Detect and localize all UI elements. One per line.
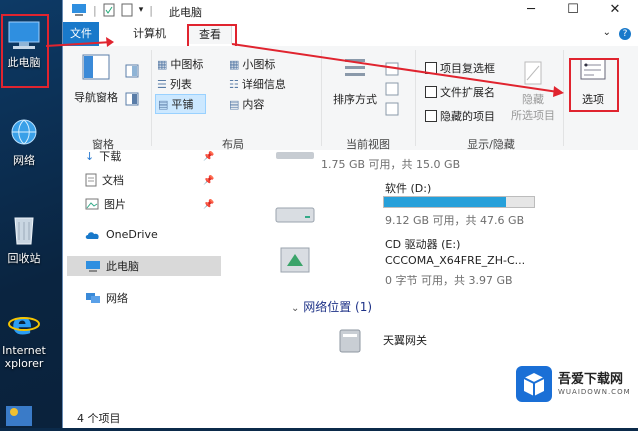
watermark-box-icon xyxy=(516,366,552,402)
watermark-domain: WUAIDOWN.COM xyxy=(558,388,631,396)
watermark-brand: 吾爱下载网 xyxy=(558,372,624,387)
watermark-logo: 吾爱下载网 WUAIDOWN.COM xyxy=(514,364,634,404)
